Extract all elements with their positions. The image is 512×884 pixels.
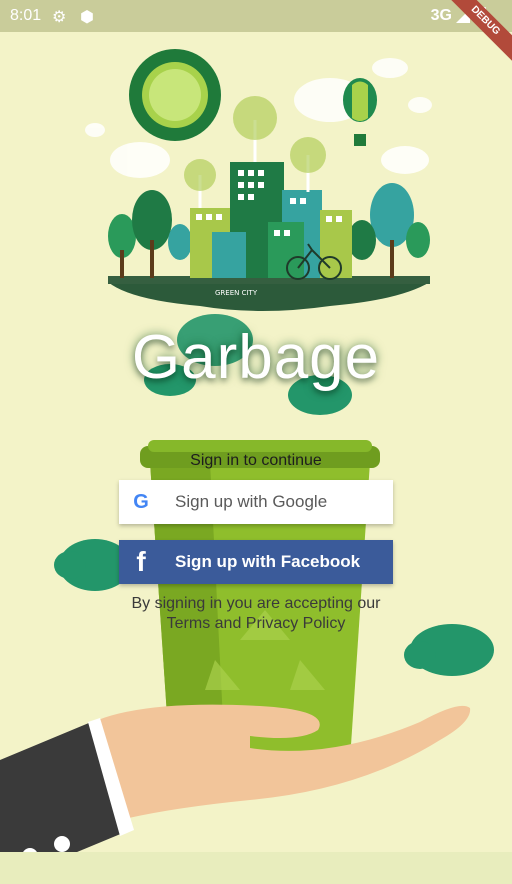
google-icon-glyph: G bbox=[133, 490, 149, 513]
settings-gear-icon: ⚙ bbox=[52, 9, 67, 26]
hot-air-balloon-icon bbox=[343, 78, 377, 146]
bottom-strip bbox=[0, 852, 512, 884]
shield-icon: ⬢ bbox=[80, 9, 94, 26]
network-type: 3G bbox=[430, 7, 452, 24]
sign-in-subtitle: Sign in to continue bbox=[190, 452, 322, 469]
background-illustration: GREEN CITY bbox=[0, 49, 512, 884]
facebook-signup-button[interactable]: f Sign up with Facebook bbox=[119, 540, 393, 584]
svg-text:GREEN CITY: GREEN CITY bbox=[215, 289, 258, 297]
facebook-icon-glyph: f bbox=[136, 546, 146, 577]
google-icon: G bbox=[119, 480, 163, 524]
facebook-icon: f bbox=[119, 540, 163, 584]
disclaimer-line-1: By signing in you are accepting our bbox=[131, 595, 381, 612]
status-bar: 8:01 ⚙ ⬢ 3G DEBUG bbox=[0, 0, 512, 67]
sun-icon bbox=[129, 49, 221, 141]
google-signup-label: Sign up with Google bbox=[175, 492, 328, 511]
terms-privacy-link[interactable]: Terms and Privacy Policy bbox=[0, 614, 512, 634]
facebook-signup-label: Sign up with Facebook bbox=[175, 552, 361, 571]
app-title: Garbage bbox=[131, 323, 381, 392]
google-signup-button[interactable]: G Sign up with Google bbox=[119, 480, 393, 524]
status-time: 8:01 bbox=[10, 7, 42, 24]
terms-disclaimer: By signing in you are accepting our Term… bbox=[0, 594, 512, 634]
